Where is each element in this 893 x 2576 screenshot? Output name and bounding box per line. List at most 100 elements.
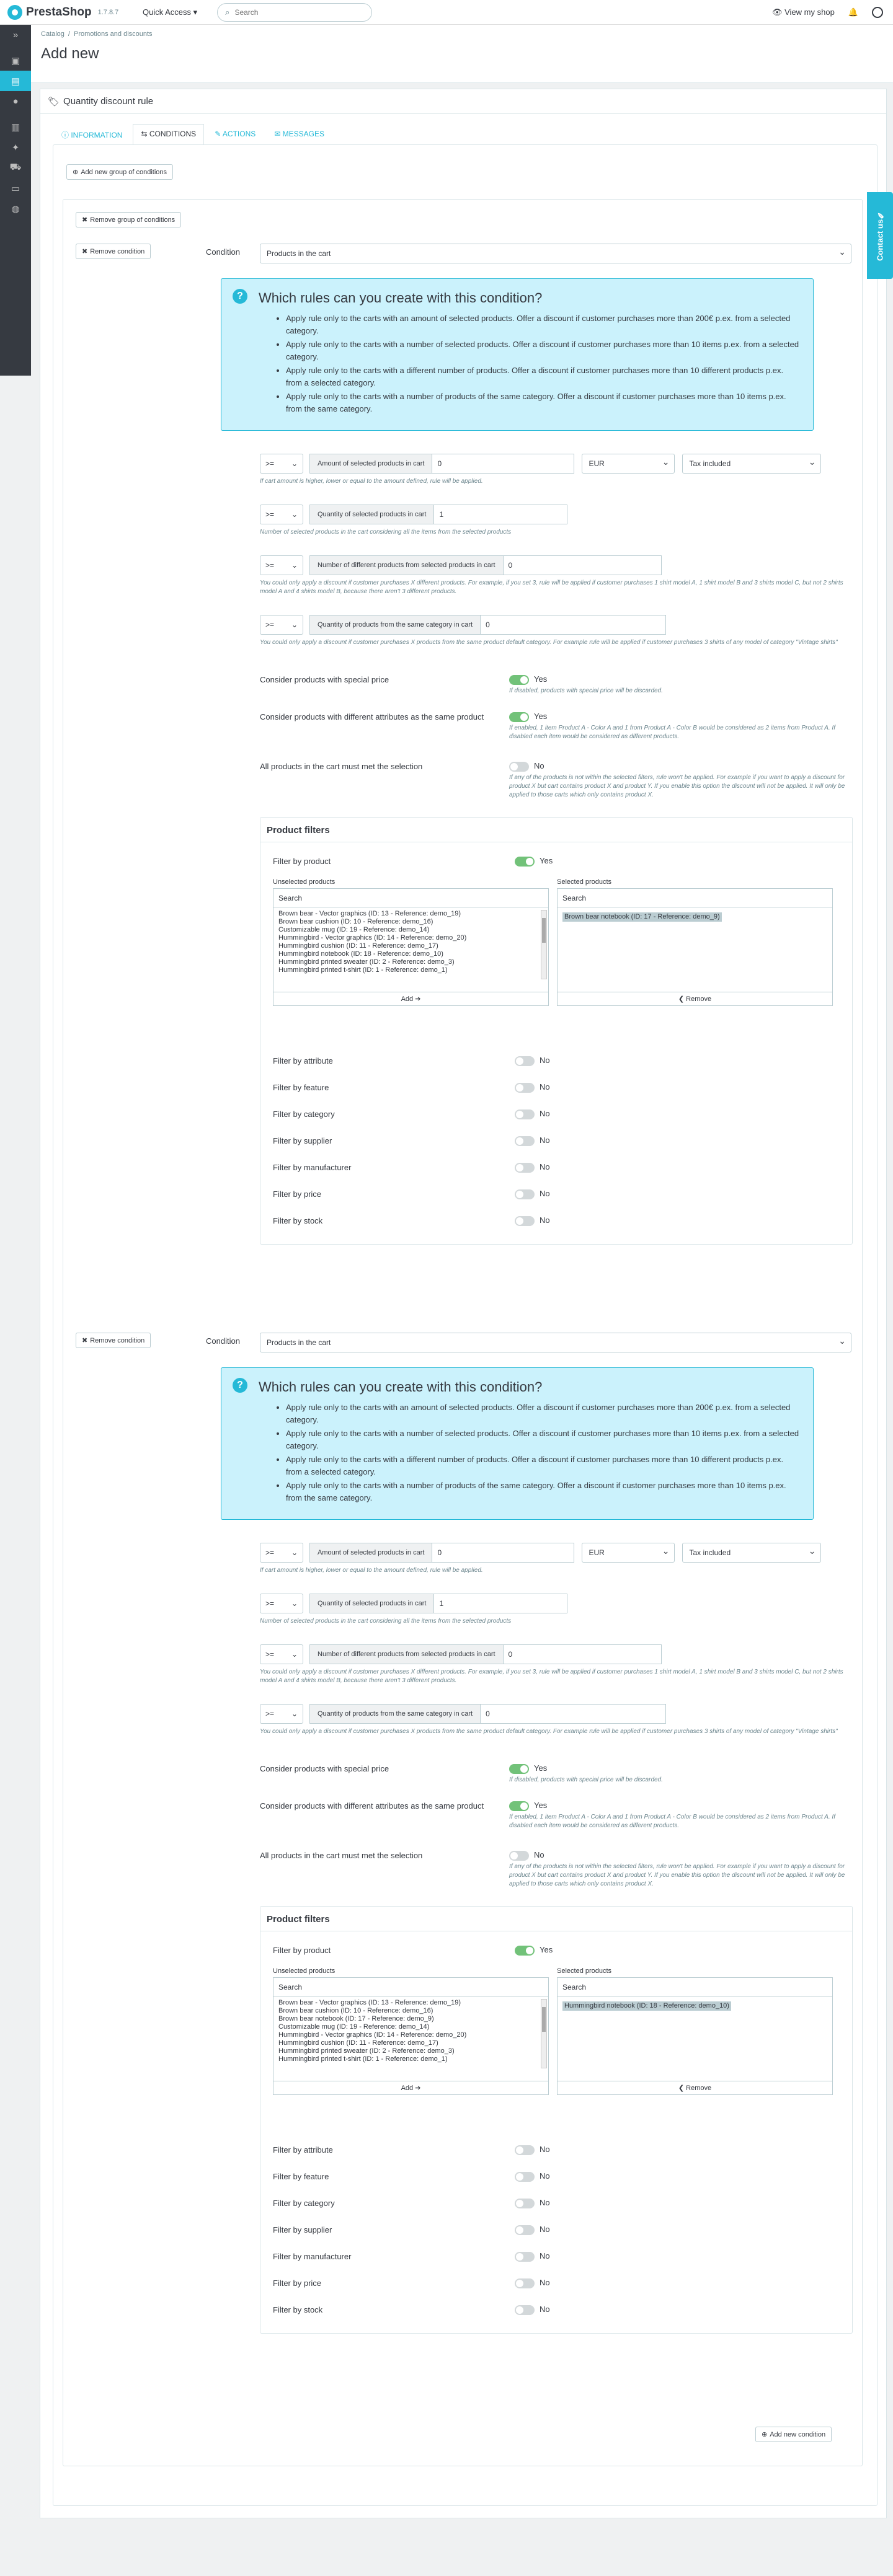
filter-by-product-switch[interactable]: Yes — [515, 856, 553, 867]
remove-group-button[interactable]: ✖ Remove group of conditions — [76, 212, 182, 227]
selected-products-list[interactable]: Search Hummingbird notebook (ID: 18 - Re… — [557, 1977, 833, 2095]
customers-icon[interactable]: ● — [0, 91, 31, 112]
currency-select[interactable]: EUR — [582, 1543, 675, 1563]
condition-type-select[interactable]: Products in the cart — [260, 244, 851, 263]
remove-condition-button[interactable]: ✖ Remove condition — [76, 244, 151, 259]
filter-switch[interactable]: No — [515, 1162, 550, 1173]
filter-switch[interactable]: No — [515, 2305, 550, 2315]
filter-switch[interactable]: No — [515, 1082, 550, 1093]
unselected-products-list[interactable]: Search Brown bear - Vector graphics (ID:… — [273, 888, 549, 1006]
search-input[interactable] — [234, 7, 359, 17]
remove-product-button[interactable]: ❮ Remove — [558, 2081, 832, 2094]
unselected-product-item[interactable]: Hummingbird printed t-shirt (ID: 1 - Ref… — [278, 2055, 543, 2063]
remove-product-button[interactable]: ❮ Remove — [558, 992, 832, 1005]
quantity-input[interactable]: 1 — [433, 1594, 568, 1613]
scrollbar[interactable] — [541, 910, 547, 979]
different-operator-select[interactable]: >= ⌄ — [260, 555, 303, 575]
unselected-products-list[interactable]: Search Brown bear - Vector graphics (ID:… — [273, 1977, 549, 2095]
tab-messages[interactable]: ✉ MESSAGES — [266, 124, 332, 146]
special-price-switch[interactable]: Yes — [509, 1763, 547, 1774]
quantity-operator-select[interactable]: >= ⌄ — [260, 505, 303, 524]
unselected-product-item[interactable]: Customizable mug (ID: 19 - Reference: de… — [278, 926, 543, 934]
unselected-product-item[interactable]: Hummingbird printed sweater (ID: 2 - Ref… — [278, 958, 543, 966]
filter-switch[interactable]: No — [515, 1109, 550, 1119]
unselected-product-item[interactable]: Hummingbird printed t-shirt (ID: 1 - Ref… — [278, 966, 543, 974]
scrollbar[interactable] — [541, 1999, 547, 2068]
unselected-search[interactable]: Search — [273, 1978, 548, 1996]
filter-switch[interactable]: No — [515, 2198, 550, 2208]
filter-switch[interactable]: No — [515, 1189, 550, 1199]
add-condition-button[interactable]: ⊕ Add new condition — [755, 2427, 832, 2442]
user-account-icon[interactable] — [872, 6, 883, 18]
catalog-icon[interactable]: ▤ — [0, 71, 31, 91]
condition-type-select[interactable]: Products in the cart — [260, 1333, 851, 1352]
special-price-switch[interactable]: Yes — [509, 674, 547, 685]
unselected-product-item[interactable]: Brown bear cushion (ID: 10 - Reference: … — [278, 2007, 543, 2015]
different-operator-select[interactable]: >= ⌄ — [260, 1644, 303, 1664]
unselected-product-item[interactable]: Hummingbird - Vector graphics (ID: 14 - … — [278, 934, 543, 942]
shipping-icon[interactable]: ⛟ — [0, 157, 31, 178]
different-input[interactable]: 0 — [502, 1644, 662, 1664]
remove-condition-button[interactable]: ✖ Remove condition — [76, 1333, 151, 1348]
filter-switch[interactable]: No — [515, 2251, 550, 2262]
unselected-search[interactable]: Search — [273, 889, 548, 907]
unselected-product-item[interactable]: Brown bear notebook (ID: 17 - Reference:… — [278, 2015, 543, 2023]
filter-switch[interactable]: No — [515, 2171, 550, 2182]
quantity-input[interactable]: 1 — [433, 505, 568, 524]
selected-search[interactable]: Search — [558, 1978, 832, 1996]
category-input[interactable]: 0 — [480, 615, 667, 635]
orders-icon[interactable]: ▣ — [0, 50, 31, 71]
tab-information[interactable]: ⓘ INFORMATION — [53, 124, 130, 146]
quantity-operator-select[interactable]: >= ⌄ — [260, 1594, 303, 1613]
amount-input[interactable]: 0 — [432, 1543, 575, 1563]
breadcrumb-promotions[interactable]: Promotions and discounts — [74, 30, 153, 38]
unselected-product-item[interactable]: Brown bear cushion (ID: 10 - Reference: … — [278, 918, 543, 926]
tab-actions[interactable]: ✎ ACTIONS — [207, 124, 264, 146]
unselected-product-item[interactable]: Hummingbird printed sweater (ID: 2 - Ref… — [278, 2047, 543, 2055]
filter-switch[interactable]: No — [515, 1056, 550, 1066]
unselected-product-item[interactable]: Hummingbird cushion (ID: 11 - Reference:… — [278, 2039, 543, 2047]
stats-icon[interactable]: ▥ — [0, 117, 31, 137]
all-products-switch[interactable]: No — [509, 1850, 544, 1861]
tax-select[interactable]: Tax included — [682, 1543, 822, 1563]
filter-switch[interactable]: No — [515, 1136, 550, 1146]
add-group-button[interactable]: ⊕ Add new group of conditions — [66, 164, 174, 180]
breadcrumb-catalog[interactable]: Catalog — [41, 30, 64, 38]
amount-operator-select[interactable]: >= ⌄ — [260, 1543, 303, 1563]
filter-switch[interactable]: No — [515, 2278, 550, 2288]
view-shop-link[interactable]: 👁 View my shop — [772, 7, 835, 17]
category-operator-select[interactable]: >= ⌄ — [260, 1704, 303, 1724]
unselected-product-item[interactable]: Hummingbird notebook (ID: 18 - Reference… — [278, 950, 543, 958]
search-box[interactable]: ⌕ — [217, 2, 373, 22]
quick-access-menu[interactable]: Quick Access ▾ — [143, 7, 197, 17]
tax-select[interactable]: Tax included — [682, 454, 822, 474]
tab-conditions[interactable]: ⇆ CONDITIONS — [133, 124, 205, 146]
unselected-product-item[interactable]: Hummingbird - Vector graphics (ID: 14 - … — [278, 2031, 543, 2039]
category-operator-select[interactable]: >= ⌄ — [260, 615, 303, 635]
notifications-bell-icon[interactable]: 🔔 — [848, 7, 858, 17]
modules-icon[interactable]: ✦ — [0, 137, 31, 157]
all-products-switch[interactable]: No — [509, 761, 544, 772]
selected-search[interactable]: Search — [558, 889, 832, 907]
category-input[interactable]: 0 — [480, 1704, 667, 1724]
add-product-button[interactable]: Add ➔ — [273, 992, 548, 1005]
unselected-product-item[interactable]: Brown bear - Vector graphics (ID: 13 - R… — [278, 910, 543, 918]
currency-select[interactable]: EUR — [582, 454, 675, 474]
collapse-menu-icon[interactable]: » — [0, 25, 31, 45]
logo[interactable]: PrestaShop 1.7.8.7 — [0, 4, 136, 20]
international-icon[interactable]: ◍ — [0, 198, 31, 219]
different-input[interactable]: 0 — [502, 555, 662, 575]
unselected-product-item[interactable]: Customizable mug (ID: 19 - Reference: de… — [278, 2023, 543, 2031]
filter-by-product-switch[interactable]: Yes — [515, 1945, 553, 1956]
contact-us-tab[interactable]: Contact us ✎ — [867, 192, 893, 279]
attributes-switch[interactable]: Yes — [509, 712, 547, 722]
amount-operator-select[interactable]: >= ⌄ — [260, 454, 303, 474]
amount-input[interactable]: 0 — [432, 454, 575, 474]
selected-item[interactable]: Brown bear notebook (ID: 17 - Reference:… — [562, 912, 722, 922]
selected-products-list[interactable]: Search Brown bear notebook (ID: 17 - Ref… — [557, 888, 833, 1006]
add-product-button[interactable]: Add ➔ — [273, 2081, 548, 2094]
unselected-product-item[interactable]: Hummingbird cushion (ID: 11 - Reference:… — [278, 942, 543, 950]
selected-item[interactable]: Hummingbird notebook (ID: 18 - Reference… — [562, 2001, 731, 2011]
filter-switch[interactable]: No — [515, 2145, 550, 2155]
unselected-product-item[interactable]: Brown bear - Vector graphics (ID: 13 - R… — [278, 1999, 543, 2007]
